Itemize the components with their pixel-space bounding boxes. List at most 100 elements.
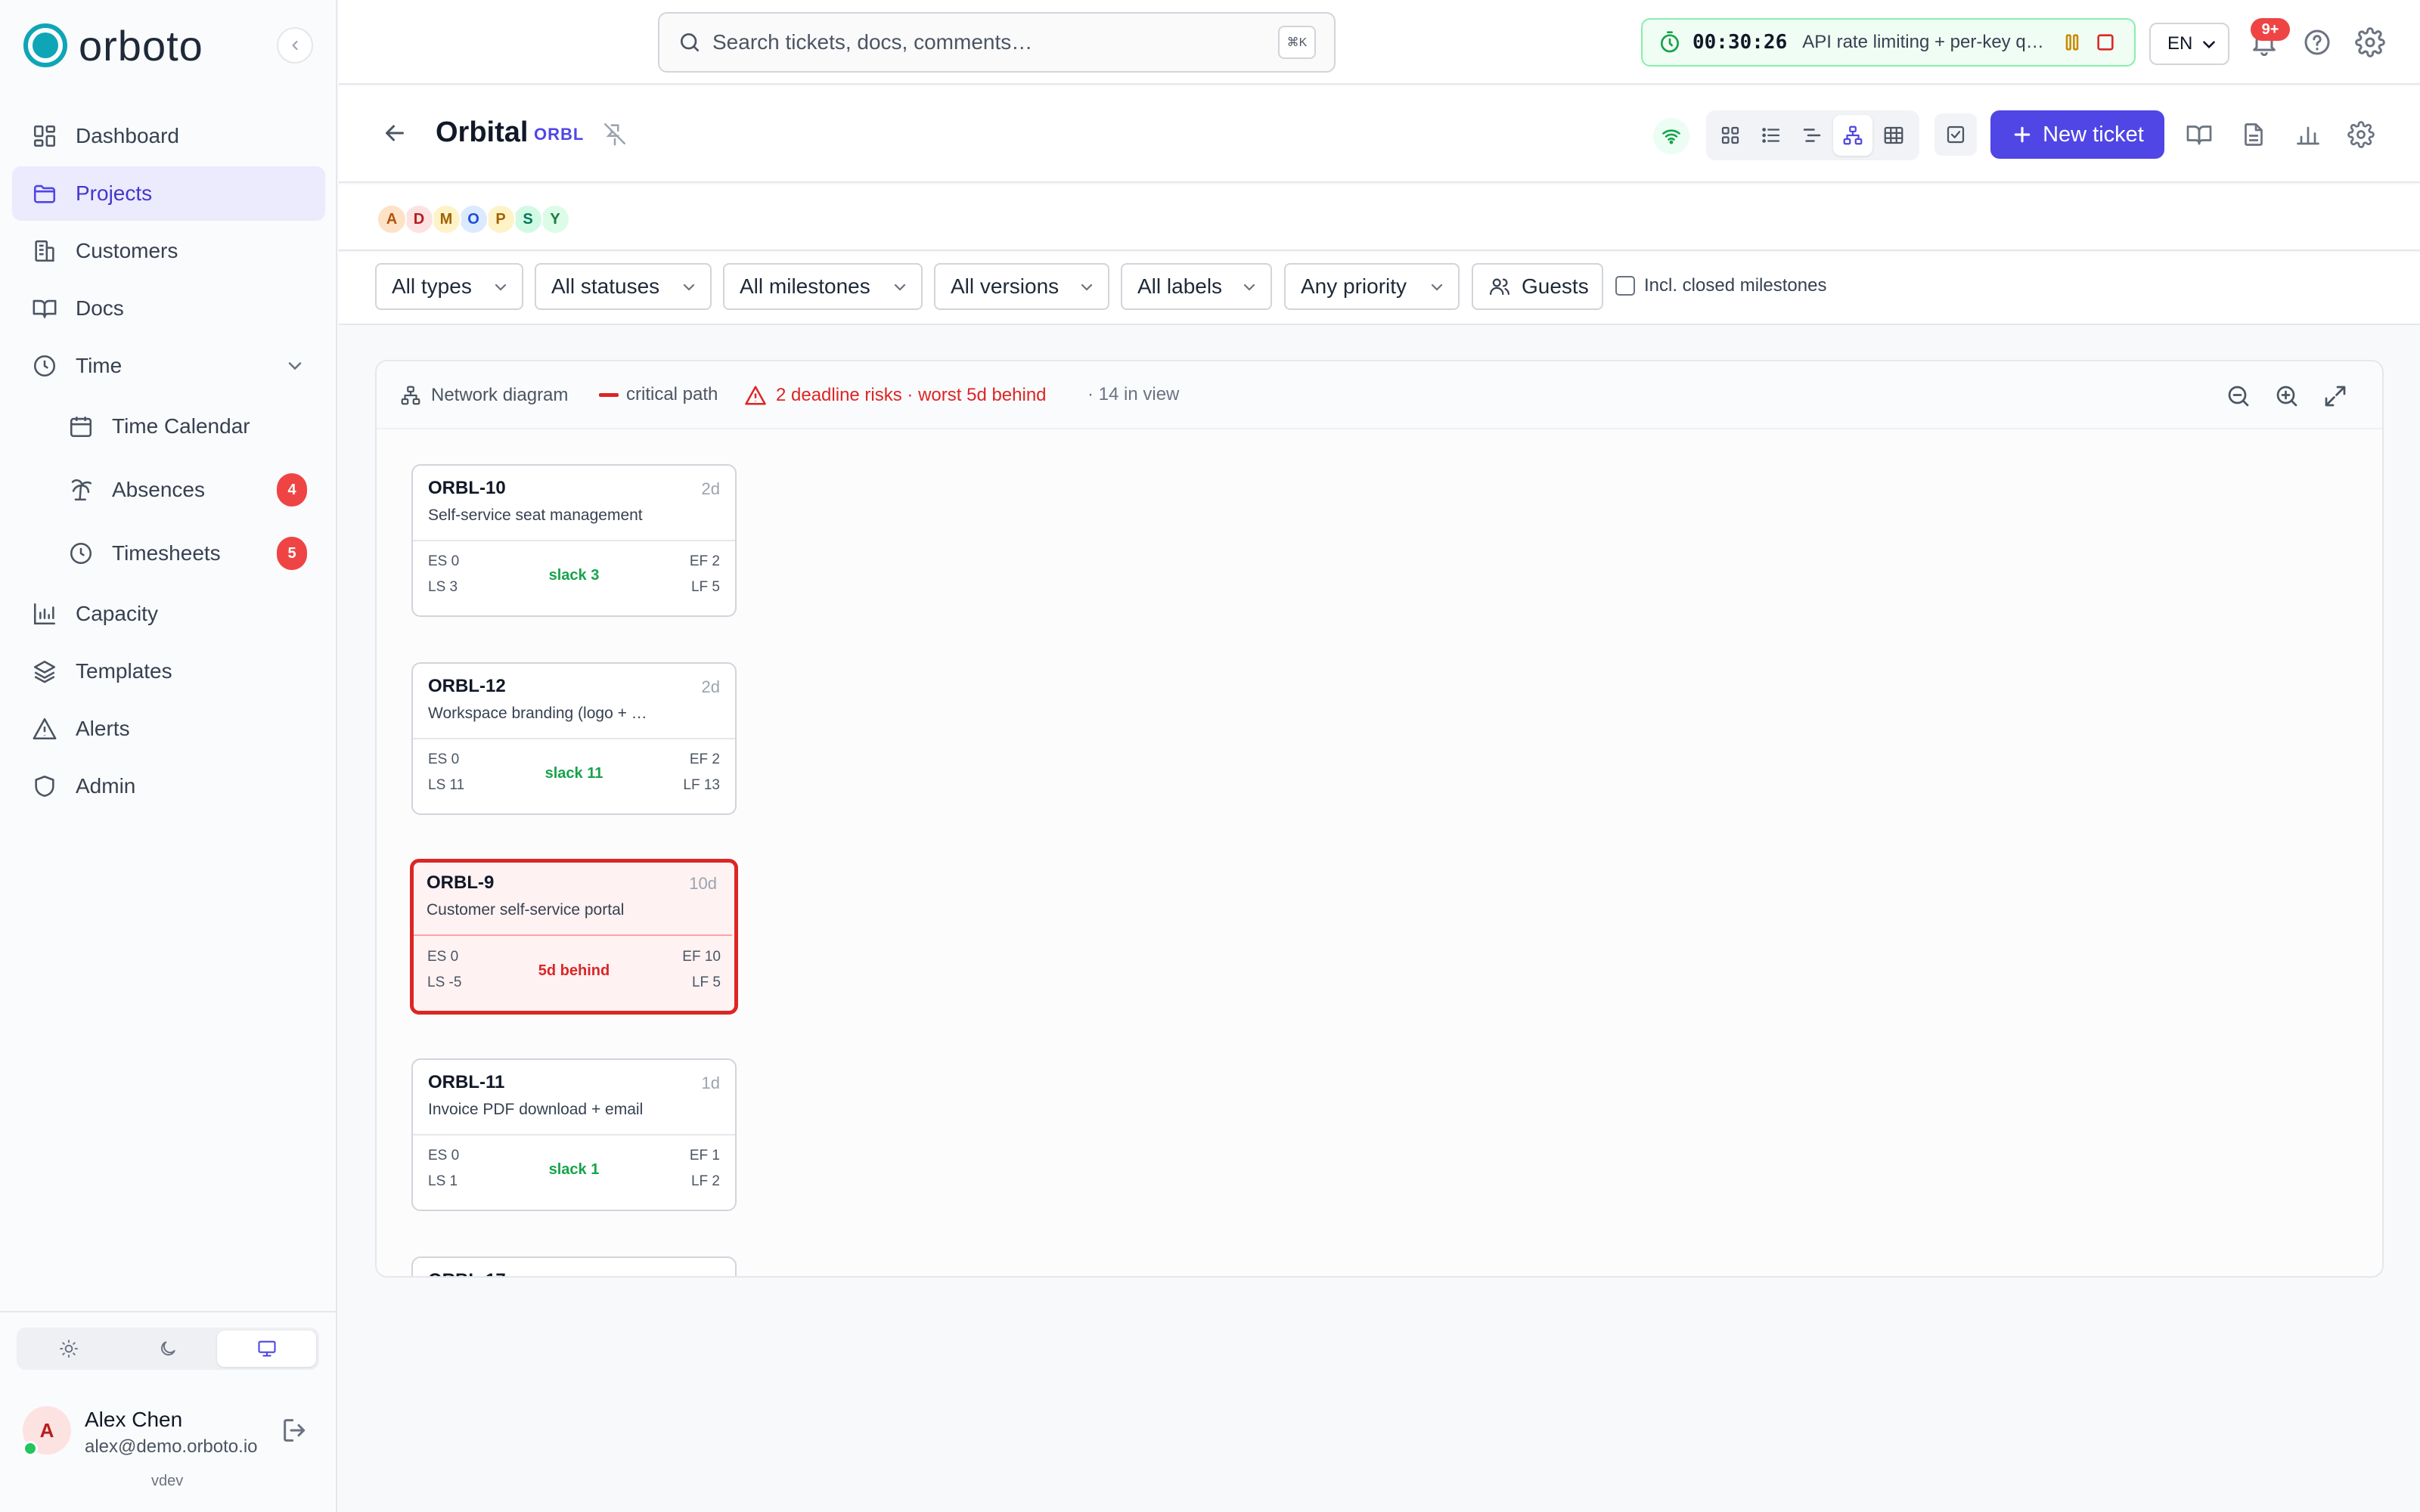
user-profile[interactable]: A Alex Chen alex@demo.orboto.io bbox=[23, 1403, 318, 1464]
global-search[interactable]: ⌘K bbox=[658, 12, 1336, 73]
sidebar-item-time-calendar[interactable]: Time Calendar bbox=[12, 396, 325, 457]
filter-versions[interactable]: All versions bbox=[934, 263, 1109, 310]
sidebar-item-label: Alerts bbox=[76, 717, 130, 740]
network-node[interactable]: ORBL-10 2d Self-service seat management … bbox=[411, 464, 737, 617]
settings-gear-icon[interactable] bbox=[2355, 27, 2385, 57]
bar-chart-icon[interactable] bbox=[2294, 121, 2322, 148]
stop-icon[interactable] bbox=[2095, 32, 2116, 53]
running-timer[interactable]: 00:30:26 API rate limiting + per-key quo… bbox=[1641, 18, 2136, 67]
brand[interactable]: orboto bbox=[23, 22, 203, 70]
network-node[interactable]: ORBL-11 1d Invoice PDF download + email … bbox=[411, 1058, 737, 1211]
pause-icon[interactable] bbox=[2062, 32, 2083, 53]
member-avatars: ADMOPSY bbox=[377, 204, 570, 234]
network-node[interactable]: ORBL-12 2d Workspace branding (logo + … … bbox=[411, 662, 737, 815]
view-switcher bbox=[1706, 110, 1919, 160]
node-title: Self-service seat management bbox=[428, 507, 643, 524]
filter-types[interactable]: All types bbox=[375, 263, 523, 310]
grid-icon bbox=[1721, 126, 1739, 144]
nodes-in-view-text: · 14 in view bbox=[1087, 384, 1180, 404]
theme-light-button[interactable] bbox=[20, 1331, 119, 1367]
project-settings-gear-icon[interactable] bbox=[2347, 121, 2375, 148]
deadline-risk-summary[interactable]: 2 deadline risks · worst 5d behind bbox=[744, 384, 1047, 407]
pin-off-icon[interactable] bbox=[602, 121, 628, 147]
node-header: ORBL-17 bbox=[413, 1258, 735, 1276]
member-avatar[interactable]: A bbox=[377, 204, 407, 234]
member-avatar[interactable]: P bbox=[486, 204, 516, 234]
sidebar-item-templates[interactable]: Templates bbox=[12, 644, 325, 699]
node-behind-status: 5d behind bbox=[538, 962, 610, 979]
logout-icon[interactable] bbox=[280, 1415, 310, 1445]
palm-tree-icon bbox=[71, 479, 92, 501]
sidebar-item-timesheets[interactable]: Timesheets 5 bbox=[12, 523, 325, 584]
member-avatar[interactable]: Y bbox=[540, 204, 570, 234]
bar-chart-icon bbox=[33, 603, 56, 625]
app-version: vdev bbox=[151, 1473, 184, 1489]
help-icon[interactable] bbox=[2302, 27, 2332, 57]
view-gantt-button[interactable] bbox=[1792, 115, 1832, 156]
sidebar-item-projects[interactable]: Projects bbox=[12, 166, 325, 221]
zoom-out-icon[interactable] bbox=[2225, 383, 2252, 410]
new-ticket-button[interactable]: New ticket bbox=[1990, 110, 2164, 159]
folder-icon bbox=[33, 184, 56, 203]
member-avatar[interactable]: O bbox=[458, 204, 489, 234]
member-avatar[interactable]: M bbox=[431, 204, 461, 234]
project-title: Orbital bbox=[436, 116, 529, 148]
sidebar-item-capacity[interactable]: Capacity bbox=[12, 587, 325, 641]
checkbox[interactable] bbox=[1615, 276, 1635, 296]
filter-priority[interactable]: Any priority bbox=[1284, 263, 1460, 310]
users-icon bbox=[1490, 278, 1509, 296]
sidebar-item-time[interactable]: Time bbox=[12, 339, 325, 393]
building-icon bbox=[35, 240, 54, 262]
node-slack: slack 11 bbox=[544, 765, 603, 782]
network-node[interactable]: ORBL-17 bbox=[411, 1256, 737, 1276]
sidebar-item-absences[interactable]: Absences 4 bbox=[12, 460, 325, 520]
sidebar-item-label: Time bbox=[76, 354, 123, 377]
sidebar-divider bbox=[0, 1311, 337, 1312]
plus-icon bbox=[2014, 126, 2031, 143]
search-input[interactable] bbox=[712, 30, 1242, 54]
critical-path-legend: critical path bbox=[599, 384, 718, 405]
fullscreen-icon[interactable] bbox=[2322, 383, 2349, 410]
moon-icon bbox=[161, 1341, 175, 1356]
new-ticket-label: New ticket bbox=[2043, 122, 2144, 147]
nodes-in-view-count: · 14 in view bbox=[1087, 384, 1179, 405]
view-table-button[interactable] bbox=[1874, 115, 1913, 156]
sidebar-item-dashboard[interactable]: Dashboard bbox=[12, 109, 325, 163]
sidebar-item-docs[interactable]: Docs bbox=[12, 281, 325, 336]
document-icon[interactable] bbox=[2240, 121, 2267, 148]
guests-toggle-button[interactable]: Guests bbox=[1472, 263, 1603, 310]
theme-system-button[interactable] bbox=[217, 1331, 317, 1367]
language-select[interactable]: EN bbox=[2149, 23, 2229, 65]
filter-milestones[interactable]: All milestones bbox=[723, 263, 923, 310]
node-title: Invoice PDF download + email bbox=[428, 1101, 644, 1118]
node-duration: 2d bbox=[701, 677, 720, 696]
view-board-button[interactable] bbox=[1711, 115, 1750, 156]
theme-switcher bbox=[17, 1328, 319, 1370]
table-icon bbox=[1884, 126, 1903, 144]
filter-bar: All types All statuses All milestones Al… bbox=[339, 253, 2420, 325]
sidebar-item-label: Dashboard bbox=[76, 124, 179, 147]
sidebar-item-admin[interactable]: Admin bbox=[12, 759, 325, 813]
node-duration: 1d bbox=[701, 1074, 720, 1092]
diagram-canvas[interactable]: ORBL-10 2d Self-service seat management … bbox=[377, 429, 2382, 1276]
network-node-critical[interactable]: ORBL-9 10d Customer self-service portal … bbox=[410, 859, 738, 1015]
member-avatar[interactable]: S bbox=[513, 204, 543, 234]
absences-count-badge: 4 bbox=[277, 473, 307, 507]
select-mode-button[interactable] bbox=[1934, 113, 1977, 156]
list-icon bbox=[1762, 128, 1780, 143]
view-network-button[interactable] bbox=[1833, 115, 1872, 156]
filter-labels[interactable]: All labels bbox=[1121, 263, 1272, 310]
chevron-down-icon bbox=[683, 284, 695, 291]
filter-statuses[interactable]: All statuses bbox=[535, 263, 712, 310]
book-open-icon[interactable] bbox=[2186, 121, 2213, 148]
sidebar-item-alerts[interactable]: Alerts bbox=[12, 702, 325, 756]
collapse-sidebar-button[interactable] bbox=[277, 27, 313, 64]
arrow-left-icon[interactable] bbox=[381, 119, 408, 147]
include-closed-milestones-checkbox[interactable]: Incl. closed milestones bbox=[1615, 275, 1826, 296]
theme-dark-button[interactable] bbox=[119, 1331, 218, 1367]
sidebar-item-customers[interactable]: Customers bbox=[12, 224, 325, 278]
zoom-in-icon[interactable] bbox=[2273, 383, 2301, 410]
node-header: ORBL-9 10d Customer self-service portal bbox=[414, 863, 732, 936]
view-list-button[interactable] bbox=[1751, 115, 1791, 156]
member-avatar[interactable]: D bbox=[404, 204, 434, 234]
